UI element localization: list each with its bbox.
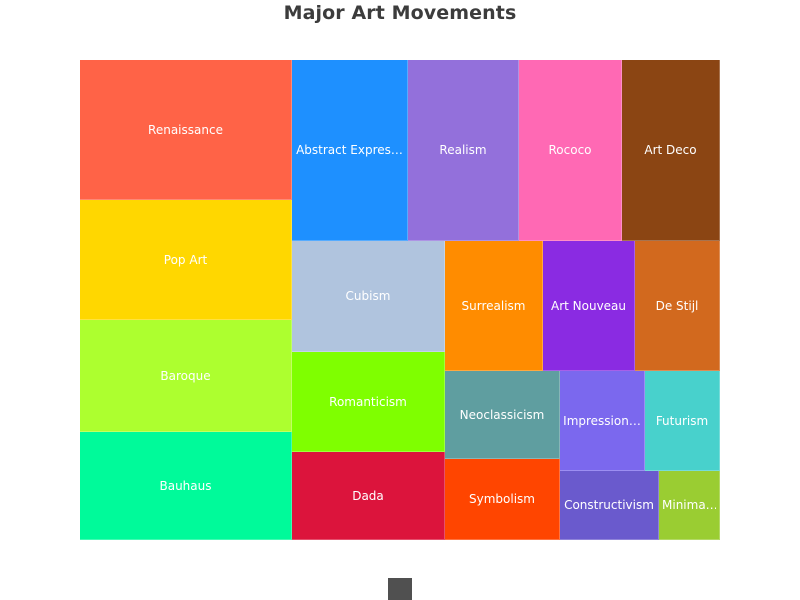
- treemap-tile-label: Romanticism: [329, 394, 407, 409]
- treemap-tile-label: Futurism: [655, 413, 709, 428]
- treemap-tile-cubism[interactable]: Cubism: [292, 241, 445, 352]
- treemap-tile-futurism[interactable]: Futurism: [645, 371, 720, 471]
- treemap-tile-label: Rococo: [548, 143, 592, 157]
- treemap-tile-realism[interactable]: Realism: [408, 60, 519, 241]
- treemap-tile-neoclassicism[interactable]: Neoclassicism: [445, 371, 560, 459]
- treemap-tile-dada[interactable]: Dada: [292, 452, 445, 540]
- treemap-tile-de-stijl[interactable]: De Stijl: [635, 241, 720, 371]
- treemap-tile-constructivism[interactable]: Constructivism: [560, 471, 659, 540]
- treemap-tile-symbolism[interactable]: Symbolism: [445, 459, 560, 540]
- treemap-tile-label: Baroque: [160, 368, 211, 383]
- treemap-tile-label: Minima…: [662, 498, 716, 512]
- treemap-tile-label: Bauhaus: [159, 478, 212, 493]
- treemap-tile-romanticism[interactable]: Romanticism: [292, 352, 445, 452]
- treemap-tile-label: Constructivism: [564, 498, 654, 512]
- treemap-tile-label: Neoclassicism: [459, 407, 545, 422]
- chart-title: Major Art Movements: [283, 2, 517, 24]
- treemap-tile-label: Art Deco: [644, 143, 697, 157]
- treemap-tile-label: Dada: [352, 488, 384, 503]
- treemap-tile-label: Abstract Expres…: [296, 143, 403, 157]
- treemap-tile-minimalism[interactable]: Minima…: [659, 471, 720, 540]
- treemap-tile-art-deco[interactable]: Art Deco: [622, 60, 720, 241]
- treemap-tile-label: Art Nouveau: [550, 298, 627, 313]
- treemap-tile-label: Symbolism: [469, 492, 535, 506]
- treemap-tile-label: De Stijl: [655, 298, 699, 313]
- treemap-tile-label: Cubism: [345, 289, 391, 303]
- treemap-tile-label: Impression…: [563, 413, 641, 428]
- treemap-tile-label: Realism: [439, 143, 487, 157]
- treemap-tile-pop-art[interactable]: Pop Art: [80, 200, 292, 320]
- treemap-tile-abstract-expressionism[interactable]: Abstract Expres…: [292, 60, 408, 241]
- treemap-plot-area: Renaissance Pop Art Baroque Bauhaus Abstract…: [80, 60, 720, 540]
- treemap-tile-label: Pop Art: [163, 252, 208, 267]
- treemap-tile-art-nouveau[interactable]: Art Nouveau: [543, 241, 635, 371]
- treemap-tile-surrealism[interactable]: Surrealism: [445, 241, 543, 371]
- treemap-tile-impressionism[interactable]: Impression…: [560, 371, 645, 471]
- treemap-tile-label: Surrealism: [461, 298, 526, 313]
- treemap-tile-renaissance[interactable]: Renaissance: [80, 60, 292, 200]
- treemap-tile-rococo[interactable]: Rococo: [519, 60, 622, 241]
- legend-marker[interactable]: [388, 578, 412, 600]
- treemap-tile-baroque[interactable]: Baroque: [80, 320, 292, 432]
- treemap-tile-label: Renaissance: [148, 122, 223, 137]
- treemap-tile-bauhaus[interactable]: Bauhaus: [80, 432, 292, 540]
